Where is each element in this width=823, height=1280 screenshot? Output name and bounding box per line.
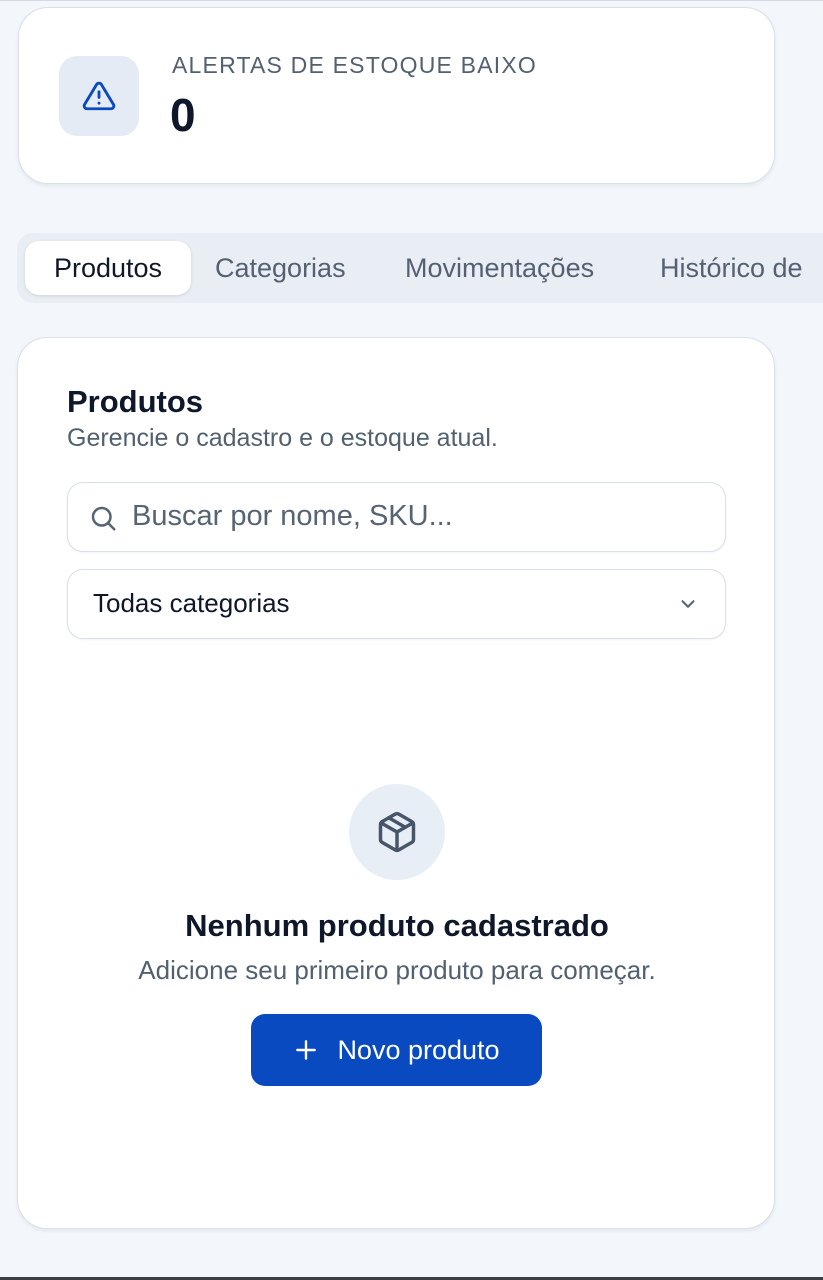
alert-icon-container [59, 56, 139, 136]
products-subtitle: Gerencie o cadastro e o estoque atual. [67, 424, 498, 452]
category-select-value: Todas categorias [93, 588, 290, 618]
empty-state-title: Nenhum produto cadastrado [185, 908, 609, 943]
search-icon [91, 506, 116, 531]
search-input[interactable] [132, 483, 702, 550]
top-divider [0, 0, 823, 1]
tab-categorias[interactable]: Categorias [215, 233, 346, 303]
plus-icon [293, 1037, 319, 1063]
chevron-down-icon [681, 600, 695, 608]
tab-bar: Produtos Categorias Movimentações Histór… [17, 233, 823, 303]
tab-historico[interactable]: Histórico de [660, 233, 803, 303]
low-stock-alert-card: ALERTAS DE ESTOQUE BAIXO 0 [18, 7, 775, 184]
empty-state-icon-container [349, 784, 445, 880]
empty-state-subtitle: Adicione seu primeiro produto para começ… [138, 955, 656, 985]
package-icon [378, 811, 416, 853]
new-product-button[interactable]: Novo produto [251, 1014, 542, 1086]
alert-triangle-icon [82, 81, 116, 111]
products-card: Produtos Gerencie o cadastro e o estoque… [17, 337, 775, 1229]
search-box [67, 482, 726, 552]
alert-count: 0 [170, 89, 196, 141]
tab-movimentacoes[interactable]: Movimentações [405, 233, 594, 303]
alert-label: ALERTAS DE ESTOQUE BAIXO [172, 52, 537, 78]
new-product-label: Novo produto [337, 1034, 500, 1065]
products-title: Produtos [67, 384, 204, 419]
tab-produtos[interactable]: Produtos [25, 241, 191, 295]
category-select[interactable]: Todas categorias [67, 569, 726, 639]
